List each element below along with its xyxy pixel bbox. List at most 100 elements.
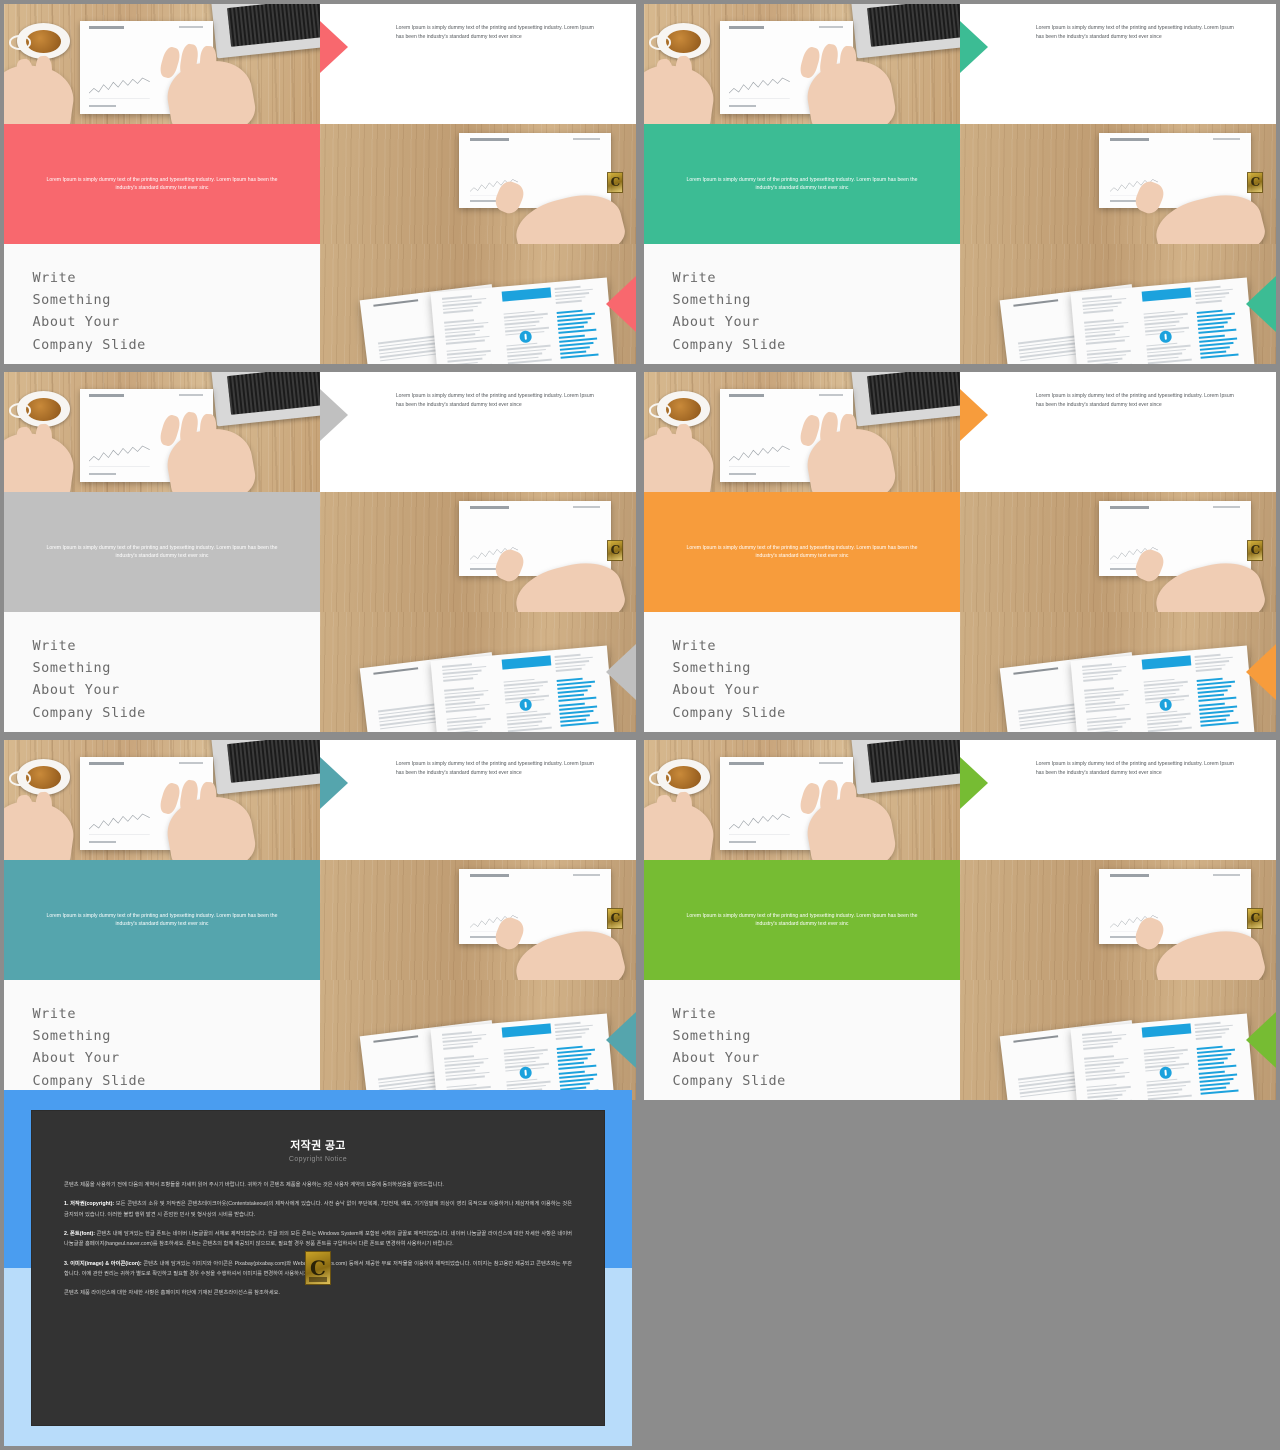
text-lines [556, 676, 600, 704]
text-lines [1083, 1054, 1134, 1083]
slide-thumbnail-coral[interactable]: Lorem Ipsum is simply dummy text of the … [4, 4, 636, 364]
profile-icon [1158, 698, 1172, 712]
slide-headline: Write Something About Your Company Slide [672, 269, 786, 353]
text-lines [441, 662, 492, 684]
document-footer-bar [89, 472, 116, 475]
profile-icon [518, 330, 532, 344]
name-badge-block [1141, 655, 1192, 670]
contentstakeout-watermark-logo: C [1247, 171, 1264, 193]
photo-pointing-at-chart: C [960, 491, 1276, 613]
slide-headline: Write Something About Your Company Slide [32, 637, 146, 721]
accent-copy-text: Lorem Ipsum is simply dummy text of the … [686, 544, 918, 559]
text-lines [1085, 1082, 1137, 1100]
notice-title: 저작권 공고 [290, 1140, 346, 1152]
photo-pointing-at-chart: C [320, 491, 636, 613]
document-legend-bar [819, 394, 844, 397]
slide-thumbnail-lime[interactable]: Lorem Ipsum is simply dummy text of the … [644, 740, 1276, 1100]
document-title-bar [729, 762, 764, 766]
text-lines [1194, 652, 1238, 673]
bar-chart [470, 145, 600, 175]
text-lines [1081, 294, 1132, 316]
text-lines [505, 341, 557, 364]
notice-item-1: 1. 저작권(copyright): 모든 콘텐츠의 소유 및 저작권은 콘텐츠… [64, 1199, 572, 1220]
text-lines [1196, 1044, 1240, 1072]
headline-panel: Write Something About Your Company Slide [644, 980, 960, 1100]
arrow-left-icon [1246, 1012, 1276, 1069]
text-lines [441, 1030, 492, 1052]
text-lines [445, 346, 497, 364]
document-title-bar [1109, 505, 1150, 509]
text-lines [1198, 1069, 1242, 1097]
line-chart [89, 77, 150, 99]
contentstakeout-watermark-logo: C [1247, 907, 1264, 929]
slide-thumbnail-teal[interactable]: Lorem Ipsum is simply dummy text of the … [4, 740, 636, 1100]
slide-headline: Write Something About Your Company Slide [672, 637, 786, 721]
text-lines [1194, 284, 1238, 305]
text-lines [558, 333, 602, 361]
notice-item-3-label: 3. 이미지(image) & 아이콘(icon): [64, 1260, 142, 1267]
headline-panel: Write Something About Your Company Slide [4, 612, 320, 732]
document-legend-bar [179, 394, 204, 397]
body-text-panel: Lorem Ipsum is simply dummy text of the … [320, 372, 636, 492]
accent-copy-text: Lorem Ipsum is simply dummy text of the … [46, 912, 278, 927]
bar-chart [1110, 881, 1240, 911]
photo-desk-overhead [4, 740, 320, 860]
slide-thumbnail-green[interactable]: Lorem Ipsum is simply dummy text of the … [644, 4, 1276, 364]
resume-sheet-front [1070, 277, 1255, 364]
document-title-bar [89, 762, 124, 766]
line-chart [729, 813, 790, 835]
photo-resume-documents [320, 980, 636, 1100]
accent-copy-text: Lorem Ipsum is simply dummy text of the … [686, 912, 918, 927]
notice-item-2-text: 콘텐츠 내에 담겨있는 한글 폰트는 네이버 나눔글꼴의 서체로 제작되었습니다… [64, 1230, 572, 1248]
photo-pointing-at-chart: C [960, 859, 1276, 981]
arrow-left-icon [606, 644, 636, 701]
name-badge-block [501, 287, 552, 302]
text-lines [554, 652, 598, 673]
text-lines [443, 686, 494, 715]
body-text-panel: Lorem Ipsum is simply dummy text of the … [320, 740, 636, 860]
watermark-letter: C [310, 1256, 326, 1280]
line-chart [89, 813, 150, 835]
line-chart [89, 445, 150, 467]
photo-pointing-at-chart: C [320, 123, 636, 245]
notice-item-1-label: 1. 저작권(copyright): [64, 1201, 115, 1208]
contentstakeout-watermark-logo: C [305, 1251, 331, 1285]
accent-copy-text: Lorem Ipsum is simply dummy text of the … [46, 176, 278, 191]
notice-item-1-text: 모든 콘텐츠의 소유 및 저작권은 콘텐츠테이크아웃(Contentstakeo… [64, 1201, 572, 1218]
body-text-panel: Lorem Ipsum is simply dummy text of the … [960, 4, 1276, 124]
slide-thumbnail-gray[interactable]: Lorem Ipsum is simply dummy text of the … [4, 372, 636, 732]
bar-chart [1110, 145, 1240, 175]
photo-resume-documents [960, 612, 1276, 732]
profile-icon [1158, 1066, 1172, 1080]
document-footer-bar [89, 104, 116, 107]
text-lines [1085, 346, 1137, 364]
body-copy-text: Lorem Ipsum is simply dummy text of the … [1035, 393, 1234, 408]
bar-chart [470, 881, 600, 911]
document-footer-bar [729, 104, 756, 107]
photo-desk-overhead [644, 740, 960, 860]
text-lines [556, 308, 600, 336]
document-legend-bar [1212, 505, 1241, 508]
bar-chart [470, 513, 600, 543]
arrow-left-icon [1246, 644, 1276, 701]
headline-panel: Write Something About Your Company Slide [4, 980, 320, 1100]
document-legend-bar [1212, 873, 1241, 876]
accent-color-block: Lorem Ipsum is simply dummy text of the … [644, 859, 960, 981]
document-footer-bar [729, 472, 756, 475]
name-badge-block [1141, 287, 1192, 302]
arrow-right-icon [320, 756, 348, 809]
document-title-bar [89, 26, 124, 30]
document-footer-bar [729, 840, 756, 843]
headline-panel: Write Something About Your Company Slide [644, 612, 960, 732]
photo-desk-overhead [644, 4, 960, 124]
accent-copy-text: Lorem Ipsum is simply dummy text of the … [46, 544, 278, 559]
text-lines [1196, 676, 1240, 704]
body-copy-text: Lorem Ipsum is simply dummy text of the … [395, 393, 594, 408]
slide-thumbnail-orange[interactable]: Lorem Ipsum is simply dummy text of the … [644, 372, 1276, 732]
document-footer-bar [89, 840, 116, 843]
text-lines [554, 284, 598, 305]
body-copy-text: Lorem Ipsum is simply dummy text of the … [1035, 761, 1234, 776]
arrow-left-icon [1246, 276, 1276, 333]
text-lines [441, 294, 492, 316]
text-lines [443, 318, 494, 347]
